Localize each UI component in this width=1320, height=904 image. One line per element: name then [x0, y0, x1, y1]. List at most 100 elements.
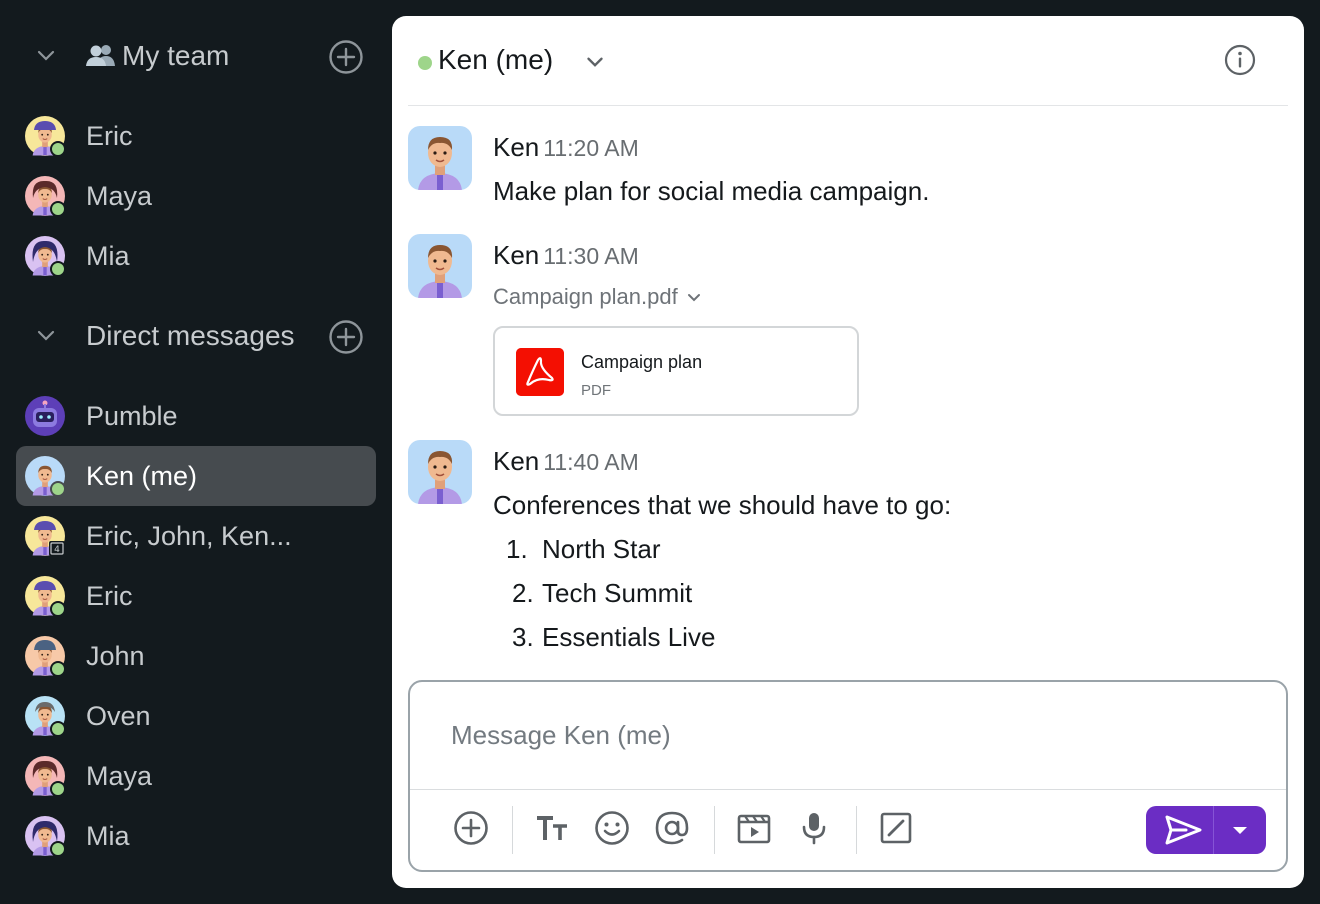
sidebar-item-john[interactable]: John: [16, 626, 376, 686]
conversation-panel: Ken (me) Ken 11:20 AM Make plan for socia…: [392, 16, 1304, 888]
send-button[interactable]: [1146, 806, 1214, 854]
direct-messages-title: Direct messages: [86, 320, 295, 351]
sidebar-item-ken-me[interactable]: Ken (me): [16, 446, 376, 506]
message-input[interactable]: Message Ken (me): [451, 720, 671, 751]
chevron-down-icon[interactable]: [34, 44, 58, 68]
pdf-file-icon: [516, 348, 564, 396]
voice-message-button[interactable]: [794, 808, 834, 848]
sidebar-item-eric[interactable]: Eric: [16, 566, 376, 626]
avatar-ken: [408, 440, 472, 504]
sidebar-item-eric[interactable]: Eric: [16, 106, 376, 166]
add-circle-icon: [454, 811, 488, 845]
sidebar-item-label: Oven: [86, 701, 151, 731]
message-author[interactable]: Ken: [493, 446, 539, 476]
toolbar-divider: [512, 806, 513, 854]
slash-command-button[interactable]: [876, 808, 916, 848]
avatar-mia: [25, 236, 65, 276]
slash-command-icon: [880, 812, 912, 844]
my-team-label: My team: [122, 40, 230, 71]
microphone-icon: [802, 813, 826, 845]
video-clip-button[interactable]: [734, 808, 774, 848]
file-attachment-card[interactable]: Campaign plan PDF: [493, 326, 859, 416]
message-header: Ken 11:40 AM: [493, 446, 639, 477]
avatar-ken: [408, 126, 472, 190]
chevron-down-icon[interactable]: [582, 49, 608, 75]
avatar-mia: [25, 816, 65, 856]
text-format-button[interactable]: [532, 808, 572, 848]
add-circle-icon[interactable]: [328, 39, 364, 75]
sidebar-item-pumble[interactable]: Pumble: [16, 386, 376, 446]
sidebar-item-oven[interactable]: Oven: [16, 686, 376, 746]
message-text: Make plan for social media campaign.: [493, 176, 930, 206]
avatar-ken: [408, 234, 472, 298]
mention-button[interactable]: [652, 808, 692, 848]
avatar-maya: [25, 756, 65, 796]
sidebar-item-maya[interactable]: Maya: [16, 746, 376, 806]
sidebar-item-label: Ken (me): [86, 461, 198, 491]
list-number: 3.: [512, 622, 534, 652]
text-format-icon: [537, 816, 567, 840]
message-timestamp: 11:40 AM: [543, 449, 639, 475]
online-status-dot: [418, 56, 432, 70]
sidebar-item-label: Maya: [86, 181, 153, 211]
message-author[interactable]: Ken: [493, 240, 539, 270]
file-toggle-label: Campaign plan.pdf: [493, 284, 678, 309]
sidebar-item-mia[interactable]: Mia: [16, 226, 376, 286]
list-item: 2. Tech Summit: [512, 578, 692, 609]
send-icon: [1165, 815, 1202, 845]
my-team-section-header[interactable]: My team: [0, 26, 392, 86]
emoji-button[interactable]: [592, 808, 632, 848]
message-timestamp: 11:30 AM: [543, 243, 639, 269]
mention-icon: [655, 811, 689, 845]
divider: [410, 789, 1286, 790]
sidebar-item-maya[interactable]: Maya: [16, 166, 376, 226]
sidebar-item-label: Pumble: [86, 401, 178, 431]
file-toggle[interactable]: Campaign plan.pdf: [493, 284, 704, 310]
conversation-title[interactable]: Ken (me): [438, 44, 553, 76]
message-composer[interactable]: Message Ken (me): [408, 680, 1288, 872]
avatar-maya: [25, 176, 65, 216]
sidebar-item-group-dm[interactable]: 4 Eric, John, Ken...: [16, 506, 376, 566]
list-number: 1.: [506, 534, 528, 564]
list-item: 1. North Star: [506, 534, 661, 565]
message-timestamp: 11:20 AM: [543, 135, 639, 161]
sidebar-item-label: Maya: [86, 761, 153, 791]
avatar-eric: [25, 116, 65, 156]
avatar-oven: [25, 696, 65, 736]
sidebar-item-label: Mia: [86, 241, 130, 271]
my-team-title: My team: [86, 26, 229, 86]
message-text: Conferences that we should have to go:: [493, 490, 952, 520]
sidebar-item-mia[interactable]: Mia: [16, 806, 376, 866]
avatar-john: [25, 636, 65, 676]
sidebar: My team Eric Maya Mia Direct messages Pu…: [0, 0, 392, 904]
message-author[interactable]: Ken: [493, 132, 539, 162]
add-attachment-button[interactable]: [451, 808, 491, 848]
team-icon: [86, 45, 115, 66]
video-clip-icon: [737, 814, 771, 844]
info-icon[interactable]: [1223, 43, 1257, 77]
bot-avatar: [25, 396, 65, 436]
toolbar-divider: [714, 806, 715, 854]
conversation-header: Ken (me): [408, 16, 1288, 106]
direct-messages-section-header[interactable]: Direct messages: [0, 306, 392, 366]
sidebar-item-label: Eric: [86, 121, 133, 151]
send-button-group: [1146, 806, 1266, 854]
add-circle-icon[interactable]: [328, 319, 364, 355]
avatar-eric: [25, 576, 65, 616]
send-options-button[interactable]: [1214, 806, 1266, 854]
sidebar-item-label: Eric, John, Ken...: [86, 521, 292, 551]
sidebar-item-label: Mia: [86, 821, 130, 851]
emoji-icon: [595, 811, 629, 845]
file-title: Campaign plan: [581, 352, 703, 372]
message-header: Ken 11:30 AM: [493, 240, 639, 271]
group-avatar: 4: [25, 516, 65, 556]
file-type: PDF: [581, 382, 611, 399]
list-text: Essentials Live: [542, 622, 716, 652]
chevron-down-icon[interactable]: [684, 287, 704, 307]
list-text: North Star: [542, 534, 661, 564]
message-header: Ken 11:20 AM: [493, 132, 639, 163]
chevron-down-icon[interactable]: [34, 324, 58, 348]
list-text: Tech Summit: [542, 578, 693, 608]
caret-down-icon: [1233, 827, 1247, 834]
sidebar-item-label: Eric: [86, 581, 133, 611]
